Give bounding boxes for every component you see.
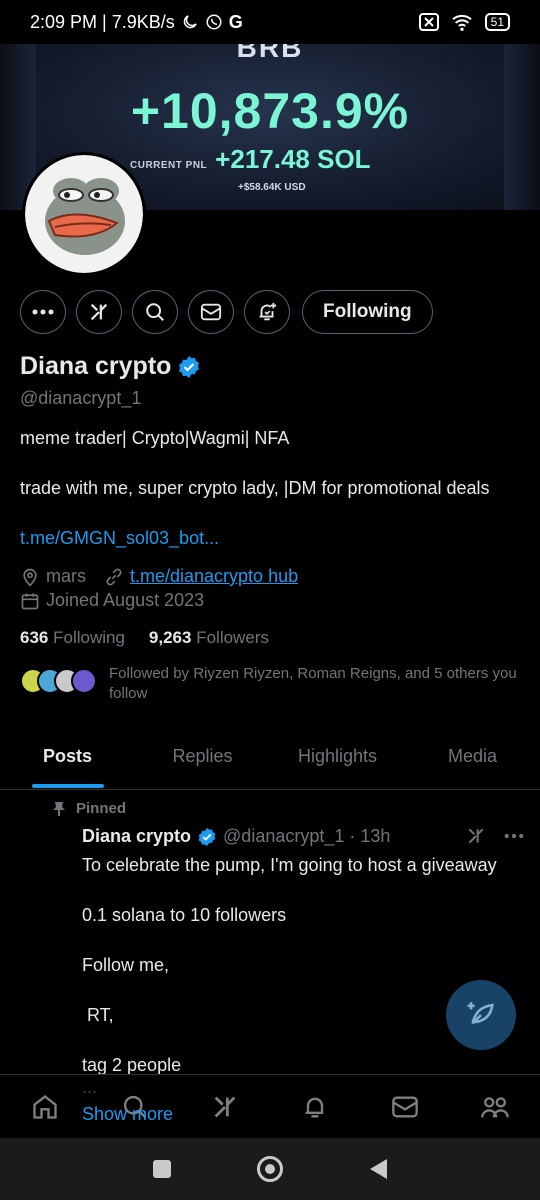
following-count: 636 bbox=[20, 628, 49, 647]
banner-pnl-usd: +$58.64K USD bbox=[238, 182, 306, 193]
status-time: 2:09 PM | 7.9KB/s bbox=[30, 11, 175, 32]
tweet-line: Follow me, bbox=[82, 955, 170, 975]
nav-grok[interactable] bbox=[205, 1093, 245, 1121]
bio-link[interactable]: t.me/GMGN_sol03_bot... bbox=[20, 528, 219, 549]
banner-pnl-label: CURRENT PNL bbox=[130, 160, 208, 171]
nav-communities[interactable] bbox=[475, 1093, 515, 1121]
message-button[interactable] bbox=[188, 290, 234, 334]
battery-icon: 51 bbox=[484, 13, 510, 31]
profile-tabs: Posts Replies Highlights Media bbox=[0, 732, 540, 790]
pinned-indicator: Pinned bbox=[52, 800, 126, 817]
bio-line-2: trade with me, super crypto lady, |DM fo… bbox=[20, 478, 490, 498]
profile-website-link[interactable]: t.me/dianacrypto hub bbox=[130, 566, 298, 587]
followers-count-link[interactable]: 9,263 Followers bbox=[149, 628, 269, 648]
status-left: 2:09 PM | 7.9KB/s G bbox=[30, 12, 243, 33]
profile-name: Diana crypto bbox=[20, 352, 172, 380]
calendar-icon bbox=[21, 593, 39, 609]
tab-media[interactable]: Media bbox=[405, 732, 540, 789]
pepe-avatar-image bbox=[25, 155, 143, 273]
status-bar: 2:09 PM | 7.9KB/s G 51 bbox=[0, 0, 540, 44]
mutual-avatar bbox=[71, 668, 97, 694]
sim-off-icon bbox=[418, 13, 439, 31]
tab-highlights[interactable]: Highlights bbox=[270, 732, 405, 789]
following-count-link[interactable]: 636 Following bbox=[20, 628, 125, 648]
messages-icon bbox=[392, 1096, 418, 1117]
tweet-line: 0.1 solana to 10 followers bbox=[82, 905, 287, 925]
back-button[interactable] bbox=[369, 1159, 387, 1179]
envelope-icon bbox=[200, 303, 222, 321]
profile-joined-date: Joined August 2023 bbox=[46, 590, 205, 610]
more-icon[interactable] bbox=[504, 833, 524, 839]
tweet-line: To celebrate the pump, I'm going to host… bbox=[82, 855, 497, 875]
tweet-header-actions bbox=[466, 826, 524, 846]
pin-icon bbox=[53, 801, 65, 816]
grok-button[interactable] bbox=[76, 290, 122, 334]
banner-pnl-row: CURRENT PNL +217.48 SOL bbox=[130, 144, 371, 175]
communities-icon bbox=[481, 1096, 509, 1118]
profile-location: mars bbox=[46, 566, 86, 586]
search-icon bbox=[146, 303, 164, 321]
wifi-icon bbox=[451, 14, 472, 31]
more-options-button[interactable] bbox=[20, 290, 66, 334]
profile-name-row: Diana crypto bbox=[20, 352, 201, 381]
verified-badge-icon bbox=[198, 827, 216, 846]
moon-icon bbox=[183, 15, 197, 29]
following-label: Following bbox=[53, 628, 125, 647]
tweet-line: RT, bbox=[82, 1005, 114, 1025]
notifications-icon bbox=[305, 1097, 324, 1117]
home-system-button[interactable] bbox=[257, 1156, 284, 1182]
followed-by-avatars bbox=[20, 668, 97, 694]
tweet-author-name[interactable]: Diana crypto bbox=[82, 826, 191, 847]
followed-by-text: Followed by Riyzen Riyzen, Roman Reigns,… bbox=[109, 665, 517, 702]
banner-pnl-percent: +10,873.9% bbox=[130, 83, 410, 139]
more-icon bbox=[32, 309, 54, 315]
location-pin-icon bbox=[23, 568, 37, 587]
tweet-line: tag 2 people bbox=[82, 1055, 182, 1075]
profile-meta-joined: Joined August 2023 bbox=[20, 590, 204, 611]
nav-home[interactable] bbox=[25, 1093, 65, 1121]
system-navigation-bar bbox=[0, 1138, 540, 1200]
notifications-subscribe-button[interactable] bbox=[244, 290, 290, 334]
status-right: 51 bbox=[418, 13, 510, 31]
nav-messages[interactable] bbox=[385, 1094, 425, 1120]
whatsapp-icon bbox=[206, 14, 222, 30]
followers-label: Followers bbox=[196, 628, 269, 647]
banner-ticker: BRB bbox=[236, 44, 304, 63]
bottom-navigation bbox=[0, 1074, 540, 1138]
home-icon bbox=[33, 1094, 57, 1119]
search-profile-button[interactable] bbox=[132, 290, 178, 334]
recents-button[interactable] bbox=[153, 1160, 172, 1178]
tweet-header: Diana crypto @dianacrypt_1 · 13h bbox=[82, 826, 390, 847]
profile-actions: Following bbox=[20, 290, 433, 334]
compose-icon bbox=[467, 1002, 494, 1025]
tweet-handle-time: @dianacrypt_1 · 13h bbox=[223, 826, 391, 846]
google-icon: G bbox=[228, 11, 243, 32]
banner-pnl-sol: +217.48 SOL bbox=[215, 144, 371, 174]
profile-handle: @dianacrypt_1 bbox=[20, 388, 142, 408]
show-more-link[interactable]: Show more bbox=[82, 1104, 173, 1125]
follow-counts: 636 Following 9,263 Followers bbox=[20, 628, 269, 648]
grok-icon[interactable] bbox=[466, 826, 486, 846]
compose-button[interactable] bbox=[446, 980, 516, 1050]
profile-avatar[interactable] bbox=[22, 152, 146, 276]
profile-meta-location-website: mars t.me/dianacrypto hub bbox=[20, 566, 298, 587]
following-button[interactable]: Following bbox=[302, 290, 433, 334]
link-icon bbox=[106, 568, 122, 585]
tab-replies[interactable]: Replies bbox=[135, 732, 270, 789]
pinned-label: Pinned bbox=[76, 800, 127, 817]
followed-by-row[interactable]: Followed by Riyzen Riyzen, Roman Reigns,… bbox=[20, 664, 519, 704]
tab-posts[interactable]: Posts bbox=[0, 732, 135, 789]
bell-plus-icon bbox=[259, 302, 277, 321]
grok-icon bbox=[214, 1096, 236, 1117]
bio-line-1: meme trader| Crypto|Wagmi| NFA bbox=[20, 428, 290, 448]
grok-icon bbox=[90, 303, 108, 321]
nav-notifications[interactable] bbox=[295, 1093, 335, 1121]
followers-count: 9,263 bbox=[148, 628, 192, 647]
verified-badge-icon[interactable] bbox=[177, 355, 201, 379]
